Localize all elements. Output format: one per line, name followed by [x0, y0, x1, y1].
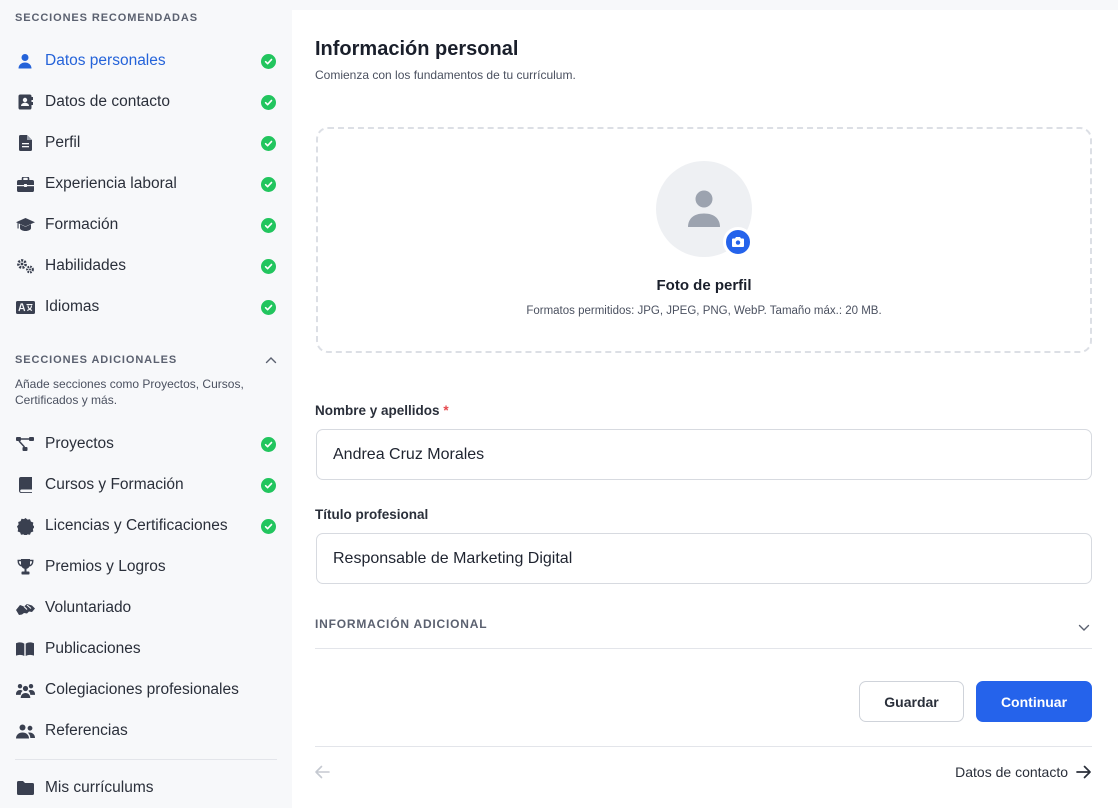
sidebar-item-experiencia-laboral[interactable]: Experiencia laboral: [15, 170, 277, 198]
camera-icon: [732, 237, 744, 247]
user-avatar-icon: [688, 190, 720, 227]
check-icon: [261, 53, 276, 69]
sidebar-item-label: Colegiaciones profesionales: [45, 681, 239, 698]
sidebar-item-mis-curriculums[interactable]: Mis currículums: [15, 774, 277, 802]
sidebar-item-voluntariado[interactable]: Voluntariado: [15, 594, 277, 622]
name-label-text: Nombre y apellidos: [315, 403, 440, 418]
sidebar-item-perfil[interactable]: Perfil: [15, 129, 277, 157]
job-title-field-label: Título profesional: [315, 507, 429, 522]
full-name-input[interactable]: [316, 429, 1092, 480]
additional-info-label: INFORMACIÓN ADICIONAL: [315, 617, 488, 631]
briefcase-icon: [15, 174, 35, 194]
sidebar-item-label: Datos de contacto: [45, 93, 170, 110]
chevron-down-icon: [1078, 619, 1090, 637]
sidebar-item-label: Datos personales: [45, 52, 166, 69]
main-panel: Información personal Comienza con los fu…: [292, 10, 1118, 808]
additional-sections-header[interactable]: SECCIONES ADICIONALES: [15, 351, 277, 369]
sidebar-item-licencias-certificaciones[interactable]: Licencias y Certificaciones: [15, 512, 277, 540]
continue-button[interactable]: Continuar: [976, 681, 1092, 722]
sidebar-item-label: Idiomas: [45, 298, 100, 315]
user-icon: [15, 51, 35, 71]
required-marker: *: [443, 403, 449, 418]
sidebar-item-cursos-formacion[interactable]: Cursos y Formación: [15, 471, 277, 499]
sidebar-item-label: Habilidades: [45, 257, 126, 274]
next-arrow-icon: [1076, 765, 1091, 779]
check-icon: [261, 436, 276, 452]
sidebar-divider: [15, 759, 277, 760]
certificate-icon: [15, 516, 35, 536]
check-icon: [261, 217, 276, 233]
name-field-label: Nombre y apellidos *: [315, 403, 449, 418]
sidebar-item-publicaciones[interactable]: Publicaciones: [15, 635, 277, 663]
people-group-icon: [15, 680, 35, 700]
sidebar-item-label: Publicaciones: [45, 640, 141, 657]
check-icon: [261, 299, 276, 315]
sidebar-item-referencias[interactable]: Referencias: [15, 717, 277, 745]
sidebar-item-datos-contacto[interactable]: Datos de contacto: [15, 88, 277, 116]
sidebar-item-label: Premios y Logros: [45, 558, 166, 575]
check-icon: [261, 135, 276, 151]
check-icon: [261, 477, 276, 493]
additional-info-toggle[interactable]: INFORMACIÓN ADICIONAL: [315, 611, 1092, 649]
sidebar-item-label: Cursos y Formación: [45, 476, 184, 493]
check-icon: [261, 258, 276, 274]
additional-sections-heading: SECCIONES ADICIONALES: [15, 354, 178, 366]
sidebar-item-colegiaciones-profesionales[interactable]: Colegiaciones profesionales: [15, 676, 277, 704]
sidebar-item-label: Referencias: [45, 722, 128, 739]
check-icon: [261, 518, 276, 534]
sidebar-item-label: Formación: [45, 216, 119, 233]
photo-format-hint: Formatos permitidos: JPG, JPEG, PNG, Web…: [526, 305, 882, 317]
gears-icon: [15, 256, 35, 276]
sidebar-item-habilidades[interactable]: Habilidades: [15, 252, 277, 280]
document-icon: [15, 133, 35, 153]
next-section-link[interactable]: Datos de contacto: [955, 764, 1092, 780]
check-icon: [261, 176, 276, 192]
sidebar-item-label: Mis currículums: [45, 779, 154, 796]
handshake-icon: [15, 598, 35, 618]
page-subtitle: Comienza con los fundamentos de tu currí…: [315, 68, 576, 82]
diagram-icon: [15, 434, 35, 454]
photo-upload-area[interactable]: Foto de perfil Formatos permitidos: JPG,…: [316, 127, 1092, 353]
additional-sections-description: Añade secciones como Proyectos, Cursos, …: [15, 377, 244, 407]
sidebar-item-label: Perfil: [45, 134, 81, 151]
sidebar-item-formacion[interactable]: Formación: [15, 211, 277, 239]
sidebar-item-label: Proyectos: [45, 435, 114, 452]
next-section-label: Datos de contacto: [955, 764, 1068, 780]
contact-card-icon: [15, 92, 35, 112]
previous-arrow-icon[interactable]: [314, 765, 332, 783]
open-book-icon: [15, 639, 35, 659]
sidebar-item-label: Licencias y Certificaciones: [45, 517, 228, 534]
trophy-icon: [15, 557, 35, 577]
save-button[interactable]: Guardar: [859, 681, 964, 722]
job-title-input[interactable]: [316, 533, 1092, 584]
sidebar-item-idiomas[interactable]: Idiomas: [15, 293, 277, 321]
footer-divider: [315, 746, 1092, 747]
sidebar: SECCIONES RECOMENDADAS Datos personales …: [0, 0, 291, 808]
photo-title: Foto de perfil: [656, 277, 752, 294]
sidebar-item-proyectos[interactable]: Proyectos: [15, 430, 277, 458]
folder-icon: [15, 778, 35, 798]
sidebar-item-label: Experiencia laboral: [45, 175, 177, 192]
book-icon: [15, 475, 35, 495]
camera-upload-button[interactable]: [723, 227, 753, 257]
chevron-up-icon[interactable]: [265, 351, 277, 369]
page-title: Información personal: [315, 38, 519, 60]
language-icon: [15, 297, 35, 317]
sidebar-item-premios-logros[interactable]: Premios y Logros: [15, 553, 277, 581]
sidebar-item-datos-personales[interactable]: Datos personales: [15, 47, 277, 75]
check-icon: [261, 94, 276, 110]
sidebar-item-label: Voluntariado: [45, 599, 132, 616]
people-icon: [15, 721, 35, 741]
graduation-cap-icon: [15, 215, 35, 235]
recommended-sections-heading: SECCIONES RECOMENDADAS: [15, 12, 198, 24]
